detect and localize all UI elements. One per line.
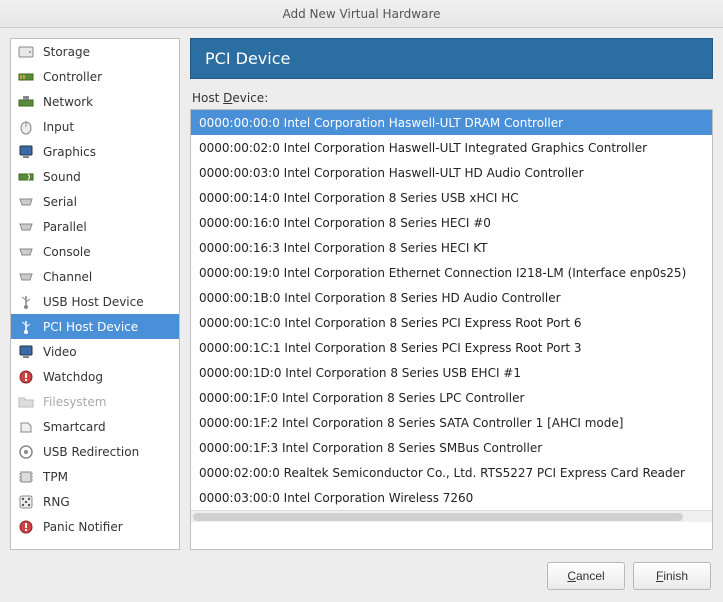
- usb-redir-icon: [17, 444, 35, 460]
- pci-device-row[interactable]: 0000:00:19:0 Intel Corporation Ethernet …: [191, 260, 712, 285]
- console-icon: [17, 244, 35, 260]
- pci-device-row[interactable]: 0000:00:02:0 Intel Corporation Haswell-U…: [191, 135, 712, 160]
- video-icon: [17, 344, 35, 360]
- sidebar-item-rng[interactable]: RNG: [11, 489, 179, 514]
- dialog-footer: Cancel Finish: [0, 550, 723, 602]
- sidebar-item-label: Watchdog: [43, 370, 103, 384]
- sidebar-item-label: Filesystem: [43, 395, 106, 409]
- pci-device-row[interactable]: 0000:00:1B:0 Intel Corporation 8 Series …: [191, 285, 712, 310]
- pci-device-row[interactable]: 0000:00:1F:3 Intel Corporation 8 Series …: [191, 435, 712, 460]
- rng-icon: [17, 494, 35, 510]
- input-icon: [17, 119, 35, 135]
- scrollbar-thumb[interactable]: [193, 513, 683, 521]
- sidebar-item-label: Controller: [43, 70, 102, 84]
- sidebar-item-controller[interactable]: Controller: [11, 64, 179, 89]
- host-device-label: Host Device:: [192, 91, 713, 105]
- pci-device-row[interactable]: 0000:00:1C:0 Intel Corporation 8 Series …: [191, 310, 712, 335]
- storage-icon: [17, 44, 35, 60]
- sidebar-item-usb-host-device[interactable]: USB Host Device: [11, 289, 179, 314]
- sidebar-item-filesystem: Filesystem: [11, 389, 179, 414]
- sidebar-item-panic-notifier[interactable]: Panic Notifier: [11, 514, 179, 539]
- pci-device-row[interactable]: 0000:00:1D:0 Intel Corporation 8 Series …: [191, 360, 712, 385]
- panel-title: PCI Device: [190, 38, 713, 79]
- pci-device-row[interactable]: 0000:00:14:0 Intel Corporation 8 Series …: [191, 185, 712, 210]
- sidebar-item-label: Video: [43, 345, 77, 359]
- sidebar-item-label: Smartcard: [43, 420, 106, 434]
- sidebar-item-label: Sound: [43, 170, 81, 184]
- sidebar-item-label: Serial: [43, 195, 77, 209]
- pci-device-row[interactable]: 0000:03:00:0 Intel Corporation Wireless …: [191, 485, 712, 510]
- sidebar-item-usb-redirection[interactable]: USB Redirection: [11, 439, 179, 464]
- sidebar-item-label: USB Redirection: [43, 445, 139, 459]
- sidebar-item-label: Network: [43, 95, 93, 109]
- sidebar-item-input[interactable]: Input: [11, 114, 179, 139]
- sidebar-item-graphics[interactable]: Graphics: [11, 139, 179, 164]
- sidebar-item-label: Graphics: [43, 145, 96, 159]
- controller-icon: [17, 69, 35, 85]
- horizontal-scrollbar[interactable]: [191, 510, 712, 522]
- graphics-icon: [17, 144, 35, 160]
- sidebar-item-label: Storage: [43, 45, 90, 59]
- sidebar-item-sound[interactable]: Sound: [11, 164, 179, 189]
- add-hardware-window: Add New Virtual Hardware Storage Controll…: [0, 0, 723, 602]
- sidebar-item-label: PCI Host Device: [43, 320, 138, 334]
- usb-icon: [17, 294, 35, 310]
- main-panel: PCI Device Host Device: 0000:00:00:0 Int…: [190, 38, 713, 550]
- pci-device-list[interactable]: 0000:00:00:0 Intel Corporation Haswell-U…: [190, 109, 713, 550]
- sidebar-item-pci-host-device[interactable]: PCI Host Device: [11, 314, 179, 339]
- sidebar-item-label: TPM: [43, 470, 68, 484]
- smartcard-icon: [17, 419, 35, 435]
- tpm-icon: [17, 469, 35, 485]
- pci-device-row[interactable]: 0000:00:03:0 Intel Corporation Haswell-U…: [191, 160, 712, 185]
- sidebar-item-channel[interactable]: Channel: [11, 264, 179, 289]
- sidebar-item-serial[interactable]: Serial: [11, 189, 179, 214]
- sidebar-item-label: Parallel: [43, 220, 87, 234]
- sidebar-item-label: USB Host Device: [43, 295, 144, 309]
- pci-device-row[interactable]: 0000:00:1F:0 Intel Corporation 8 Series …: [191, 385, 712, 410]
- sound-icon: [17, 169, 35, 185]
- pci-device-row[interactable]: 0000:02:00:0 Realtek Semiconductor Co., …: [191, 460, 712, 485]
- sidebar-item-video[interactable]: Video: [11, 339, 179, 364]
- cancel-button[interactable]: Cancel: [547, 562, 625, 590]
- window-title: Add New Virtual Hardware: [283, 7, 441, 21]
- sidebar-item-storage[interactable]: Storage: [11, 39, 179, 64]
- serial-icon: [17, 194, 35, 210]
- sidebar-item-smartcard[interactable]: Smartcard: [11, 414, 179, 439]
- window-titlebar: Add New Virtual Hardware: [0, 0, 723, 28]
- sidebar-item-label: RNG: [43, 495, 70, 509]
- content-area: Storage Controller Network Input Graphics Sou…: [0, 28, 723, 550]
- pci-device-row[interactable]: 0000:00:00:0 Intel Corporation Haswell-U…: [191, 110, 712, 135]
- parallel-icon: [17, 219, 35, 235]
- pci-device-row[interactable]: 0000:00:16:3 Intel Corporation 8 Series …: [191, 235, 712, 260]
- panic-icon: [17, 519, 35, 535]
- pci-icon: [17, 319, 35, 335]
- finish-button[interactable]: Finish: [633, 562, 711, 590]
- hardware-type-sidebar[interactable]: Storage Controller Network Input Graphics Sou…: [10, 38, 180, 550]
- sidebar-item-parallel[interactable]: Parallel: [11, 214, 179, 239]
- pci-device-row[interactable]: 0000:00:1C:1 Intel Corporation 8 Series …: [191, 335, 712, 360]
- sidebar-item-watchdog[interactable]: Watchdog: [11, 364, 179, 389]
- sidebar-item-console[interactable]: Console: [11, 239, 179, 264]
- sidebar-item-label: Channel: [43, 270, 92, 284]
- pci-device-row[interactable]: 0000:00:16:0 Intel Corporation 8 Series …: [191, 210, 712, 235]
- filesystem-icon: [17, 394, 35, 410]
- channel-icon: [17, 269, 35, 285]
- sidebar-item-label: Console: [43, 245, 91, 259]
- network-icon: [17, 94, 35, 110]
- sidebar-item-label: Input: [43, 120, 74, 134]
- sidebar-item-tpm[interactable]: TPM: [11, 464, 179, 489]
- sidebar-item-label: Panic Notifier: [43, 520, 123, 534]
- watchdog-icon: [17, 369, 35, 385]
- pci-device-row[interactable]: 0000:00:1F:2 Intel Corporation 8 Series …: [191, 410, 712, 435]
- sidebar-item-network[interactable]: Network: [11, 89, 179, 114]
